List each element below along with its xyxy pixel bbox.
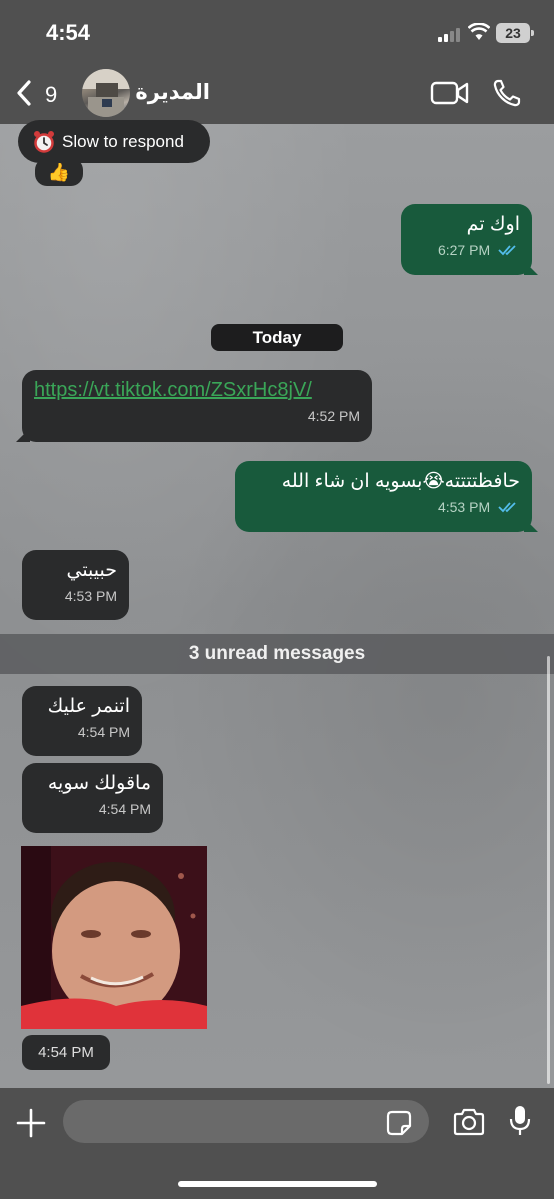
contact-name[interactable]: المديرة [135, 80, 210, 105]
message-time: 6:27 PM [437, 242, 491, 258]
message-text: حبيبتي [66, 560, 117, 581]
message-bubble[interactable]: حبيبتي 4:53 PM [22, 550, 129, 620]
message-link[interactable]: https://vt.tiktok.com/ZSxrHc8jV/ [34, 379, 312, 401]
message-time: 4:53 PM [64, 588, 117, 604]
bubble-tail [524, 518, 538, 532]
message-meta: 4:54 PM [34, 724, 130, 740]
slow-to-respond-banner[interactable]: Slow to respond [18, 120, 210, 163]
message-text: حافظتتتته😭بسويه ان شاء الله [281, 471, 520, 492]
message-time: 4:53 PM [437, 499, 491, 515]
message-meta: 4:52 PM [34, 408, 360, 424]
signal-icon [438, 26, 462, 42]
message-bubble[interactable]: اوك تم 6:27 PM [401, 204, 538, 275]
voice-call-icon[interactable] [492, 78, 522, 108]
message-bubble[interactable]: حافظتتتته😭بسويه ان شاء الله 4:53 PM [235, 461, 538, 532]
alarm-clock-icon [34, 131, 54, 153]
slow-to-respond-label: Slow to respond [62, 132, 184, 151]
chat-header: 9 المديرة [0, 62, 554, 124]
message-time: 4:54 PM [98, 801, 151, 817]
message-bubble[interactable]: https://vt.tiktok.com/ZSxrHc8jV/ 4:52 PM [16, 370, 372, 442]
message-bubble[interactable]: اتنمر عليك 4:54 PM [22, 686, 142, 756]
input-bar [0, 1088, 554, 1199]
avatar[interactable] [82, 69, 130, 117]
microphone-icon[interactable] [508, 1104, 532, 1138]
message-meta: 4:53 PM [247, 499, 520, 515]
message-meta: 4:53 PM [34, 588, 117, 604]
bubble-tail [524, 261, 538, 275]
message-bubble[interactable]: ماقولك سويه 4:54 PM [22, 763, 163, 833]
message-text: ماقولك سويه [47, 773, 151, 794]
battery-icon: 23 [496, 23, 534, 43]
plus-icon[interactable] [16, 1108, 46, 1138]
message-text: اوك تم [466, 214, 520, 235]
message-meta: 4:54 PM [34, 801, 151, 817]
scrollbar[interactable] [547, 656, 550, 1084]
unread-chats-count[interactable]: 9 [45, 82, 57, 108]
message-time: 4:52 PM [307, 408, 360, 424]
message-text: اتنمر عليك [47, 696, 130, 717]
camera-icon[interactable] [452, 1108, 486, 1136]
date-separator: Today [211, 324, 343, 351]
unread-messages-banner: 3 unread messages [0, 634, 554, 674]
back-chevron-icon[interactable] [14, 79, 34, 107]
read-ticks-icon [498, 245, 516, 256]
read-ticks-icon [498, 502, 516, 513]
sticker-icon[interactable] [386, 1110, 412, 1136]
message-input[interactable] [63, 1100, 429, 1143]
video-call-icon[interactable] [430, 80, 470, 106]
photo-message[interactable] [21, 846, 207, 1029]
message-time: 4:54 PM [77, 724, 130, 740]
home-indicator [178, 1181, 377, 1187]
wifi-icon [468, 23, 490, 40]
message-time: 4:54 PM [22, 1035, 110, 1070]
message-meta: 6:27 PM [413, 242, 520, 258]
status-time: 4:54 [46, 20, 91, 45]
status-bar: 4:54 23 [0, 0, 554, 62]
bubble-tail [16, 428, 30, 442]
